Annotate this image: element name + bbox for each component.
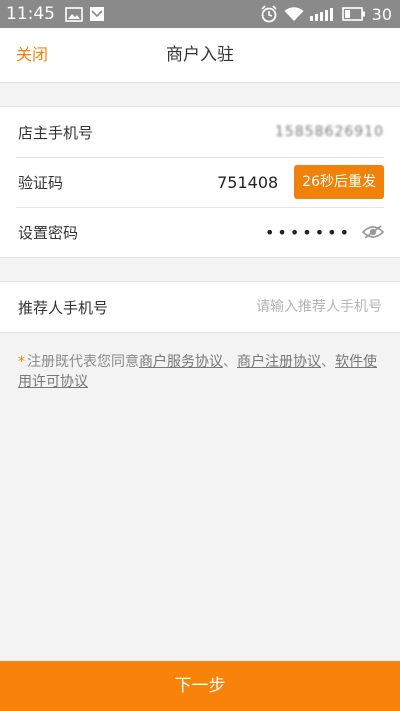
merchant-service-agreement-link[interactable]: 商户服务协议 [139, 354, 223, 370]
referrer-row: 推荐人手机号 [0, 282, 400, 332]
next-step-button[interactable]: 下一步 [0, 661, 400, 711]
owner-phone-value: 15858626910 [275, 124, 384, 140]
required-star: * [18, 354, 25, 370]
agreement-separator: 、 [321, 354, 335, 370]
battery-level: 30 [371, 4, 392, 24]
agreement-prefix: 注册既代表您同意 [27, 354, 139, 370]
referrer-section: 推荐人手机号 [0, 281, 400, 333]
eye-icon[interactable] [362, 224, 384, 240]
agreement-separator: 、 [223, 354, 237, 370]
agreement-text: * 注册既代表您同意商户服务协议、商户注册协议、软件使用许可协议 [18, 352, 386, 392]
merchant-registration-agreement-link[interactable]: 商户注册协议 [237, 354, 321, 370]
password-field[interactable]: ••••••• [265, 223, 352, 242]
wifi-icon [284, 6, 304, 22]
status-bar: 11:45 30 [0, 0, 400, 28]
resend-code-button[interactable]: 26秒后重发 [294, 165, 384, 199]
password-label: 设置密码 [18, 223, 79, 242]
signal-icon [309, 7, 336, 21]
status-time: 11:45 [6, 4, 55, 24]
owner-phone-row: 店主手机号 15858626910 [0, 107, 400, 157]
referrer-phone-input[interactable] [210, 298, 384, 316]
registration-form: 店主手机号 15858626910 验证码 751408 26秒后重发 设置密码… [0, 106, 400, 258]
page-title: 商户入驻 [166, 45, 234, 65]
verification-label: 验证码 [18, 173, 64, 192]
owner-phone-label: 店主手机号 [18, 123, 94, 142]
app-header: 关闭 商户入驻 [0, 28, 400, 83]
alarm-icon [260, 5, 278, 23]
mail-icon [89, 6, 105, 22]
verification-row: 验证码 751408 26秒后重发 [0, 157, 400, 207]
verification-code-field[interactable]: 751408 [217, 173, 278, 192]
referrer-label: 推荐人手机号 [18, 298, 109, 317]
battery-icon [341, 7, 366, 21]
image-icon [65, 6, 83, 22]
password-row: 设置密码 ••••••• [0, 207, 400, 257]
